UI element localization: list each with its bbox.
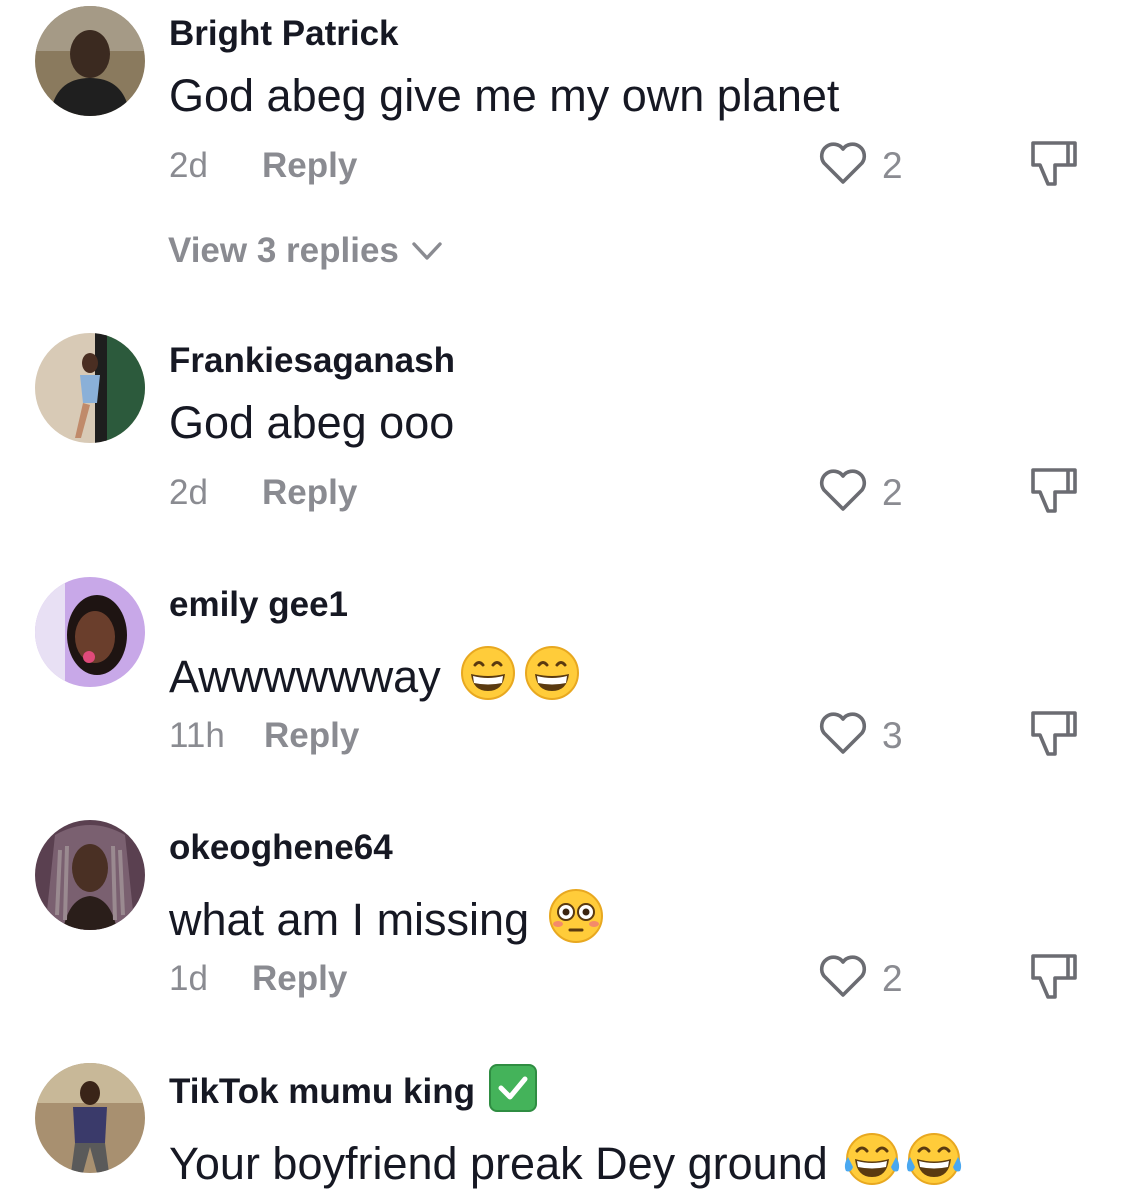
comment-text: Awwwwwway	[169, 645, 581, 708]
username[interactable]: Bright Patrick	[169, 16, 399, 51]
like-button[interactable]: 2	[818, 467, 903, 518]
chevron-down-icon	[399, 233, 443, 268]
like-count: 2	[882, 958, 903, 999]
dislike-button[interactable]	[1028, 708, 1080, 765]
comment-text: what am I missing	[169, 888, 605, 951]
like-count: 2	[882, 472, 903, 513]
like-button[interactable]: 2	[818, 140, 903, 191]
thumbs-down-icon	[1028, 954, 1080, 1007]
check-mark-icon	[488, 1064, 537, 1112]
timestamp: 1d	[169, 959, 208, 998]
heart-icon	[818, 467, 868, 518]
avatar[interactable]	[35, 1063, 145, 1173]
like-button[interactable]: 2	[818, 953, 903, 1004]
avatar[interactable]	[35, 6, 145, 116]
avatar[interactable]	[35, 577, 145, 687]
grinning-face-icon	[459, 645, 517, 708]
like-button[interactable]: 3	[818, 710, 903, 761]
timestamp: 2d	[169, 146, 208, 185]
comment-text-content: God abeg ooo	[169, 397, 455, 448]
tears-of-joy-face-icon	[904, 1131, 964, 1196]
like-count: 3	[882, 715, 903, 756]
avatar[interactable]	[35, 333, 145, 443]
thumbs-down-icon	[1028, 711, 1080, 764]
username[interactable]: Frankiesaganash	[169, 343, 455, 378]
dislike-button[interactable]	[1028, 951, 1080, 1008]
view-replies-button[interactable]: View 3 replies	[168, 233, 443, 268]
thumbs-down-icon	[1028, 468, 1080, 521]
reply-button[interactable]: Reply	[262, 475, 357, 510]
heart-icon	[818, 140, 868, 191]
dislike-button[interactable]	[1028, 465, 1080, 522]
comment-text-content: Your boyfriend preak Dey ground	[169, 1138, 828, 1189]
username[interactable]: okeoghene64	[169, 830, 393, 865]
grinning-face-icon	[523, 645, 581, 708]
username[interactable]: TikTok mumu king	[169, 1064, 537, 1115]
comment-text: God abeg ooo	[169, 400, 454, 445]
like-count: 2	[882, 145, 903, 186]
username[interactable]: emily gee1	[169, 587, 348, 622]
comment-text-content: God abeg give me my own planet	[169, 70, 840, 121]
dislike-button[interactable]	[1028, 138, 1080, 195]
comment-text: Your boyfriend preak Dey ground	[169, 1131, 964, 1196]
thumbs-down-icon	[1028, 141, 1080, 194]
timestamp: 2d	[169, 473, 208, 512]
tears-of-joy-face-icon	[842, 1131, 902, 1196]
view-replies-label: View 3 replies	[168, 231, 399, 270]
reply-button[interactable]: Reply	[264, 718, 359, 753]
heart-icon	[818, 710, 868, 761]
reply-button[interactable]: Reply	[252, 961, 347, 996]
reply-button[interactable]: Reply	[262, 148, 357, 183]
comment-text-content: what am I missing	[169, 894, 530, 945]
comment-text: God abeg give me my own planet	[169, 73, 839, 118]
heart-icon	[818, 953, 868, 1004]
timestamp: 11h	[169, 716, 225, 755]
username-label: TikTok mumu king	[169, 1071, 475, 1111]
comment-text-content: Awwwwwway	[169, 651, 441, 702]
avatar[interactable]	[35, 820, 145, 930]
flushed-face-icon	[547, 888, 605, 951]
